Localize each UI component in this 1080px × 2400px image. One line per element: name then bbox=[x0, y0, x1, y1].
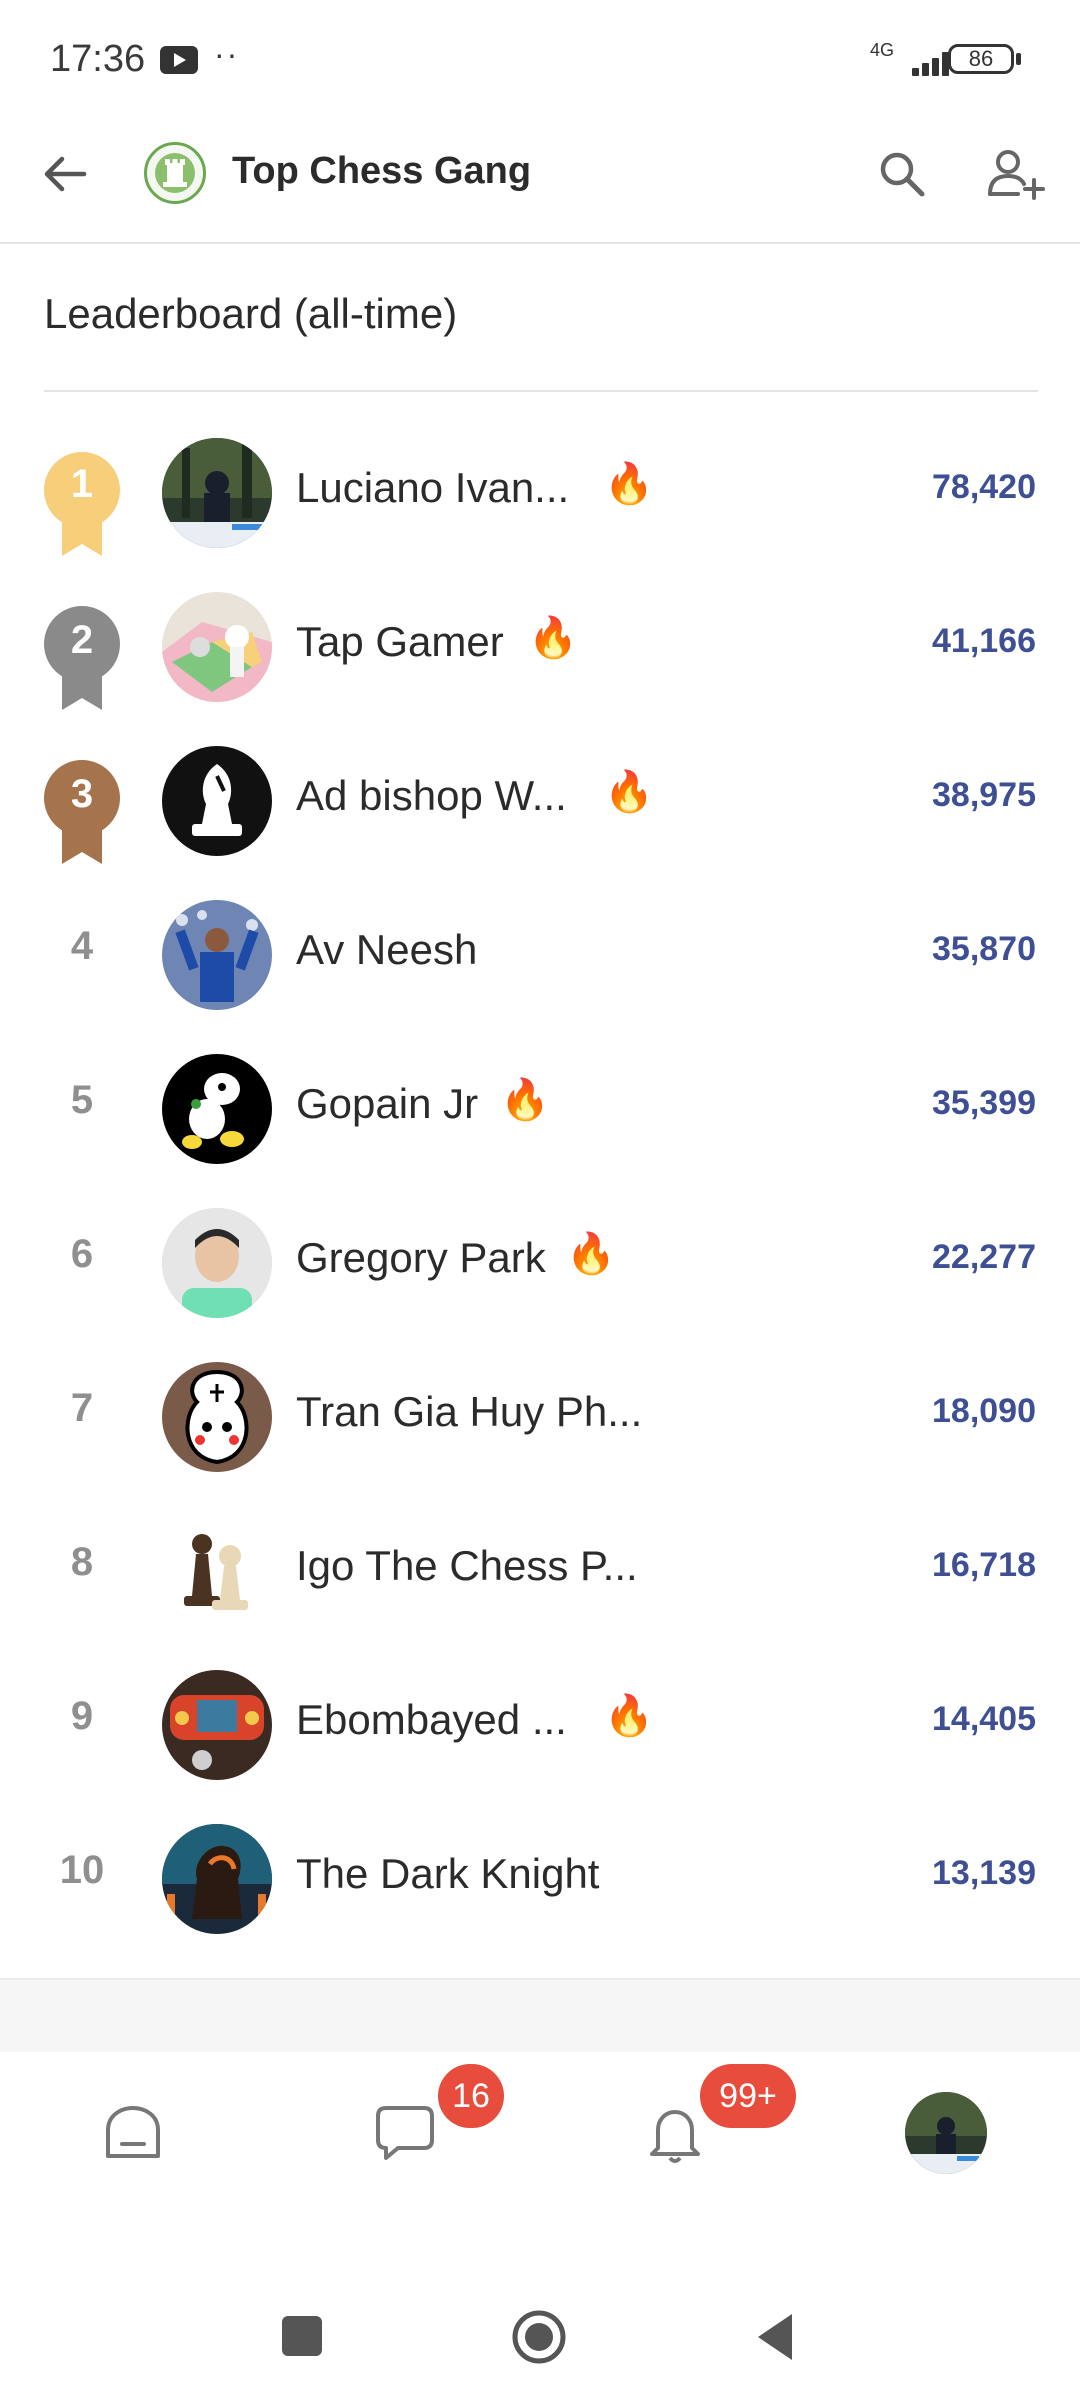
player-name[interactable]: Igo The Chess P... bbox=[296, 1542, 638, 1590]
rank-number: 7 bbox=[70, 1386, 94, 1430]
home-icon[interactable] bbox=[98, 2098, 168, 2168]
avatar[interactable] bbox=[162, 1670, 272, 1780]
group-logo[interactable] bbox=[144, 142, 206, 204]
avatar[interactable] bbox=[162, 1208, 272, 1318]
player-name[interactable]: Gopain Jr bbox=[296, 1080, 478, 1128]
recent-apps-button[interactable] bbox=[282, 2316, 322, 2356]
rank-number: 4 bbox=[70, 924, 94, 968]
app-header: Top Chess Gang bbox=[0, 120, 1080, 244]
leaderboard-row[interactable]: 9 Ebombayed ... 🔥 14,405 bbox=[0, 1648, 1080, 1798]
player-score: 13,139 bbox=[932, 1854, 1036, 1892]
back-button[interactable] bbox=[754, 2312, 794, 2362]
leaderboard-row[interactable]: 10 The Dark Knight 13,139 bbox=[0, 1802, 1080, 1952]
messages-badge: 16 bbox=[438, 2064, 504, 2128]
player-name[interactable]: Tap Gamer bbox=[296, 618, 504, 666]
avatar[interactable] bbox=[162, 438, 272, 548]
leaderboard-row[interactable]: 2 Tap Gamer 🔥 41,166 bbox=[0, 570, 1080, 720]
leaderboard-row[interactable]: 6 Gregory Park 🔥 22,277 bbox=[0, 1186, 1080, 1336]
avatar[interactable] bbox=[162, 1516, 272, 1626]
leaderboard-row[interactable]: 1 Luciano Ivan... 🔥 78,420 bbox=[0, 416, 1080, 566]
fire-streak-icon: 🔥 bbox=[604, 1694, 654, 1738]
rook-icon bbox=[155, 153, 195, 193]
rank-number: 9 bbox=[70, 1694, 94, 1738]
player-name[interactable]: Av Neesh bbox=[296, 926, 477, 974]
divider bbox=[44, 390, 1038, 392]
avatar[interactable] bbox=[162, 1054, 272, 1164]
youtube-icon bbox=[160, 46, 198, 74]
player-score: 18,090 bbox=[932, 1392, 1036, 1430]
search-icon[interactable] bbox=[872, 144, 932, 204]
player-score: 41,166 bbox=[932, 622, 1036, 660]
battery-icon: 86 bbox=[948, 44, 1014, 74]
avatar[interactable] bbox=[162, 746, 272, 856]
status-time: 17:36 bbox=[50, 38, 146, 80]
rank-number: 1 bbox=[70, 462, 94, 506]
leaderboard-title: Leaderboard (all-time) bbox=[44, 290, 458, 337]
bell-icon[interactable] bbox=[640, 2098, 710, 2168]
player-score: 14,405 bbox=[932, 1700, 1036, 1738]
group-title[interactable]: Top Chess Gang bbox=[232, 150, 531, 193]
more-notifications-icon: ·· bbox=[214, 36, 240, 72]
rank-number: 6 bbox=[70, 1232, 94, 1276]
profile-avatar[interactable] bbox=[905, 2092, 987, 2174]
player-name[interactable]: Gregory Park bbox=[296, 1234, 546, 1282]
rank-number: 8 bbox=[70, 1540, 94, 1584]
fire-streak-icon: 🔥 bbox=[604, 770, 654, 814]
leaderboard-row[interactable]: 3 Ad bishop W... 🔥 38,975 bbox=[0, 724, 1080, 874]
back-arrow-icon[interactable] bbox=[36, 144, 96, 204]
notifications-badge: 99+ bbox=[700, 2064, 796, 2128]
player-name[interactable]: Tran Gia Huy Ph... bbox=[296, 1388, 642, 1436]
rank-number: 3 bbox=[70, 772, 94, 816]
player-name[interactable]: Ad bishop W... bbox=[296, 772, 567, 820]
leaderboard-row[interactable]: 7 Tran Gia Huy Ph... 18,090 bbox=[0, 1340, 1080, 1490]
avatar[interactable] bbox=[162, 900, 272, 1010]
player-score: 78,420 bbox=[932, 468, 1036, 506]
rank-number: 2 bbox=[70, 618, 94, 662]
leaderboard-row[interactable]: 4 Av Neesh 35,870 bbox=[0, 878, 1080, 1028]
bottom-navigation: 16 99+ bbox=[0, 2052, 1080, 2262]
chat-icon[interactable] bbox=[370, 2098, 440, 2168]
system-navigation-bar bbox=[0, 2262, 1080, 2400]
player-score: 35,870 bbox=[932, 930, 1036, 968]
fire-streak-icon: 🔥 bbox=[566, 1232, 616, 1276]
avatar[interactable] bbox=[162, 592, 272, 702]
player-score: 22,277 bbox=[932, 1238, 1036, 1276]
rank-number: 10 bbox=[59, 1848, 105, 1892]
network-type: 4G bbox=[870, 40, 895, 60]
add-member-icon[interactable] bbox=[984, 144, 1048, 204]
status-bar: 17:36 ·· 4G 86 bbox=[0, 0, 1080, 120]
leaderboard-row[interactable]: 5 Gopain Jr 🔥 35,399 bbox=[0, 1032, 1080, 1182]
player-score: 35,399 bbox=[932, 1084, 1036, 1122]
content-footer-spacer bbox=[0, 1978, 1080, 2054]
player-name[interactable]: The Dark Knight bbox=[296, 1850, 599, 1898]
battery-tip bbox=[1016, 53, 1021, 65]
rank-number: 5 bbox=[70, 1078, 94, 1122]
fire-streak-icon: 🔥 bbox=[604, 462, 654, 506]
player-name[interactable]: Ebombayed ... bbox=[296, 1696, 567, 1744]
player-name[interactable]: Luciano Ivan... bbox=[296, 464, 569, 512]
fire-streak-icon: 🔥 bbox=[528, 616, 578, 660]
avatar[interactable] bbox=[162, 1824, 272, 1934]
avatar[interactable] bbox=[162, 1362, 272, 1472]
leaderboard-row[interactable]: 8 Igo The Chess P... 16,718 bbox=[0, 1494, 1080, 1644]
home-button[interactable] bbox=[510, 2308, 568, 2366]
player-score: 38,975 bbox=[932, 776, 1036, 814]
fire-streak-icon: 🔥 bbox=[500, 1078, 550, 1122]
player-score: 16,718 bbox=[932, 1546, 1036, 1584]
